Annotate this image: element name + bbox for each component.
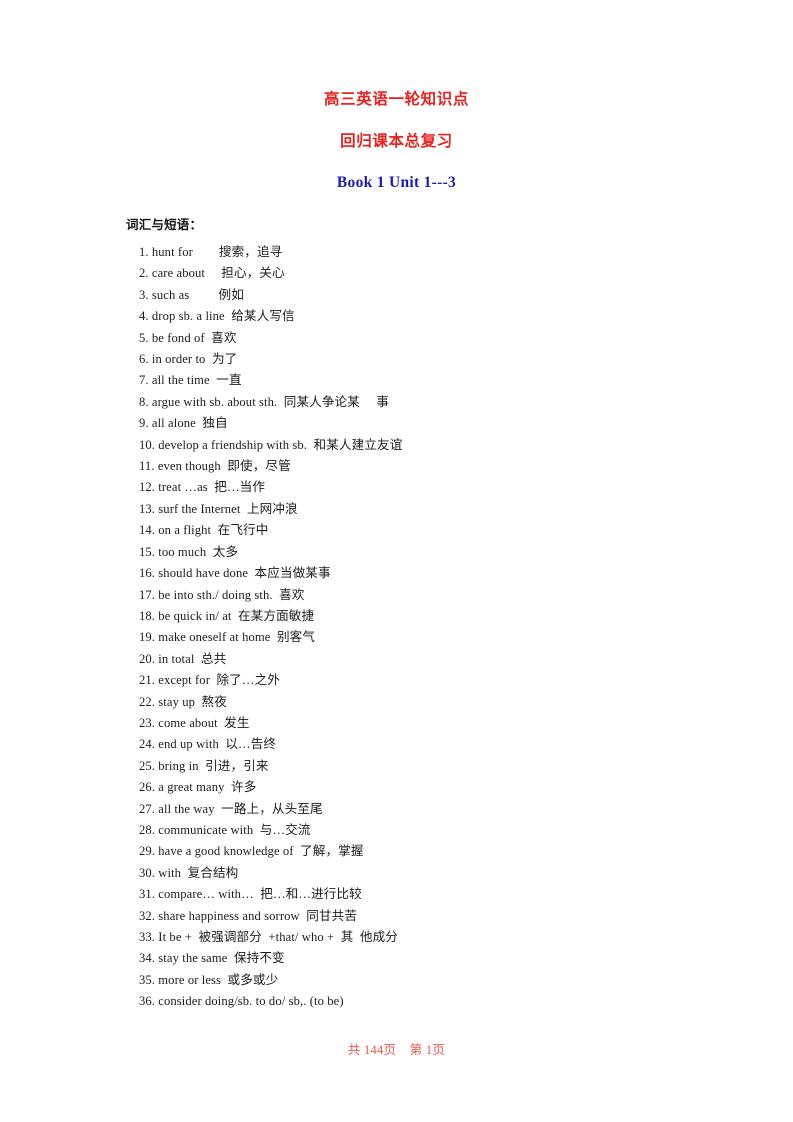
section-heading-vocabulary: 词汇与短语： [126, 217, 203, 232]
vocabulary-item: 6. in order to 为了 [139, 352, 238, 367]
vocabulary-item: 35. more or less 或多或少 [139, 972, 279, 987]
vocabulary-item: 26. a great many 许多 [139, 780, 257, 795]
document-page: 高三英语一轮知识点 回归课本总复习 Book 1 Unit 1---3 词汇与短… [0, 0, 793, 1122]
vocabulary-section: 词汇与短语： 1. hunt for 搜索，追寻 2. care about 担心… [0, 217, 793, 1013]
vocabulary-item: 2. care about 担心，关心 [139, 266, 285, 281]
vocabulary-item: 5. be fond of 喜欢 [139, 330, 237, 345]
vocabulary-item: 24. end up with 以…告终 [139, 737, 277, 752]
document-title: 高三英语一轮知识点 [324, 91, 469, 108]
vocabulary-item: 22. stay up 熬夜 [139, 694, 227, 709]
vocabulary-item: 30. with 复合结构 [139, 865, 239, 880]
vocabulary-item: 9. all alone 独自 [139, 416, 228, 431]
vocabulary-item: 7. all the time 一直 [139, 373, 242, 388]
vocabulary-item: 13. surf the Internet 上网冲浪 [139, 501, 298, 516]
vocabulary-item: 31. compare… with… 把…和…进行比较 [139, 887, 362, 902]
vocabulary-item: 27. all the way 一路上，从头至尾 [139, 801, 323, 816]
vocabulary-item: 29. have a good knowledge of 了解，掌握 [139, 844, 364, 859]
vocabulary-item: 32. share happiness and sorrow 同甘共苦 [139, 908, 358, 923]
vocabulary-item: 34. stay the same 保持不变 [139, 951, 285, 966]
vocabulary-item: 3. such as 例如 [139, 287, 244, 302]
vocabulary-item: 15. too much 太多 [139, 544, 239, 559]
vocabulary-item: 17. be into sth./ doing sth. 喜欢 [139, 587, 305, 602]
vocabulary-item: 16. should have done 本应当做某事 [139, 566, 331, 581]
vocabulary-item: 18. be quick in/ at 在某方面敏捷 [139, 608, 315, 623]
vocabulary-item: 19. make oneself at home 别客气 [139, 630, 316, 645]
document-unit-heading: Book 1 Unit 1---3 [336, 174, 457, 191]
vocabulary-item: 20. in total 总共 [139, 651, 227, 666]
vocabulary-item: 25. bring in 引进，引来 [139, 758, 269, 773]
vocabulary-item: 36. consider doing/sb. to do/ sb,. (to b… [139, 994, 344, 1009]
vocabulary-item: 14. on a flight 在飞行中 [139, 523, 269, 538]
vocabulary-item: 10. develop a friendship with sb. 和某人建立友… [139, 437, 403, 452]
document-subtitle: 回归课本总复习 [340, 132, 453, 150]
vocabulary-item: 23. come about 发生 [139, 715, 250, 730]
vocabulary-item: 28. communicate with 与…交流 [139, 822, 311, 837]
page-number-text: 共 144页 第 1页 [347, 1043, 446, 1057]
vocabulary-item: 11. even though 即使，尽管 [139, 459, 291, 474]
page-footer: 共 144页 第 1页 [0, 1040, 793, 1059]
vocabulary-item: 8. argue with sb. about sth. 同某人争论某 事 [139, 394, 389, 409]
vocabulary-item: 21. except for 除了…之外 [139, 673, 280, 688]
vocabulary-list: 1. hunt for 搜索，追寻 2. care about 担心，关心 3. s… [126, 242, 793, 1013]
vocabulary-item: 1. hunt for 搜索，追寻 [139, 245, 283, 259]
title-block: 高三英语一轮知识点 回归课本总复习 Book 1 Unit 1---3 [0, 0, 793, 191]
vocabulary-item: 33. It be + 被强调部分 +that/ who + 其 他成分 [139, 930, 398, 944]
vocabulary-item: 12. treat …as 把…当作 [139, 480, 266, 495]
vocabulary-item: 4. drop sb. a line 给某人写信 [139, 309, 295, 324]
